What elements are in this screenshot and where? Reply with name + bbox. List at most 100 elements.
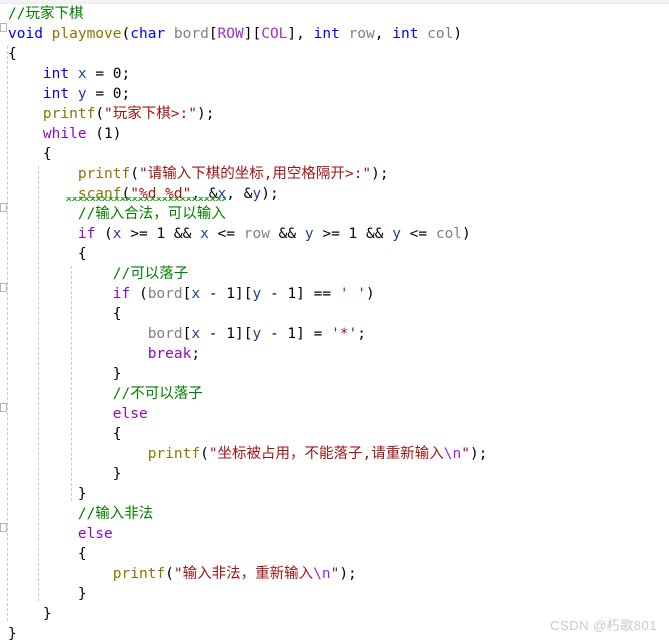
code-line[interactable]: { [0, 304, 669, 324]
code-token-kw: void [8, 26, 43, 42]
code-token-pun: } [77, 486, 87, 502]
code-token-pun: ); [196, 106, 215, 122]
code-line[interactable]: scanf("%d %d", &x, &y); [0, 184, 669, 204]
code-editor-view[interactable]: //玩家下棋 void playmove(char bord[ROW][COL],… [0, 0, 669, 644]
code-token-var: y [252, 186, 262, 202]
code-line[interactable]: bord[x - 1][y - 1] = '*'; [0, 324, 669, 344]
code-token-pun [418, 26, 427, 42]
code-token-num: 1 [226, 326, 236, 342]
code-token-pun: } [112, 366, 122, 382]
code-line[interactable]: int y = 0; [0, 84, 669, 104]
code-line[interactable]: { [0, 544, 669, 564]
code-token-pun: - [200, 326, 227, 342]
code-line[interactable]: { [0, 244, 669, 264]
code-line[interactable]: if (x >= 1 && x <= row && y >= 1 && y <=… [0, 224, 669, 244]
code-token-pun: { [77, 546, 87, 562]
csdn-watermark: CSDN @朽歌801 [550, 618, 657, 633]
code-line[interactable]: //输入合法，可以输入 [0, 204, 669, 224]
code-token-ctl: else [112, 406, 148, 422]
code-line[interactable]: printf("玩家下棋>:"); [0, 104, 669, 124]
code-line[interactable]: printf("请输入下棋的坐标,用空格隔开>:"); [0, 164, 669, 184]
code-token-pun [69, 86, 78, 102]
code-token-pun: && [269, 226, 305, 242]
code-token-pun: ] == [296, 286, 340, 302]
code-token-pun: { [42, 146, 52, 162]
code-line[interactable]: int x = 0; [0, 64, 669, 84]
code-token-kw: int [42, 86, 70, 102]
code-token-pun: ); [371, 166, 389, 182]
code-token-str: "输入非法，重新输入 [173, 566, 314, 582]
code-token-pun: - [200, 286, 227, 302]
code-line[interactable]: while (1) [0, 124, 669, 144]
code-token-ctl: if [112, 286, 131, 302]
code-token-ctl: else [77, 526, 113, 542]
code-line[interactable]: } [0, 484, 669, 504]
code-line[interactable]: else [0, 524, 669, 544]
code-line[interactable]: break; [0, 344, 669, 364]
code-line[interactable]: if (bord[x - 1][y - 1] == ' ') [0, 284, 669, 304]
code-line[interactable]: printf("输入非法，重新输入\n"); [0, 564, 669, 584]
code-token-pun: ( [130, 166, 139, 182]
code-line[interactable]: //可以落子 [0, 264, 669, 284]
code-token-cmt: //可以落子 [112, 266, 189, 282]
code-token-var: y [77, 86, 87, 102]
code-token-var: x [200, 226, 209, 242]
code-line[interactable]: //不可以落子 [0, 384, 669, 404]
code-line[interactable]: } [0, 464, 669, 484]
code-token-str: "坐标被占用，不能落子,请重新输入 [208, 446, 444, 462]
code-token-par: row [348, 26, 375, 42]
code-token-pun: ); [339, 566, 357, 582]
code-token-pun: [ [208, 26, 218, 42]
code-token-pun: ; [121, 66, 131, 82]
code-line[interactable]: { [0, 424, 669, 444]
code-token-pun: ); [261, 186, 279, 202]
code-line[interactable]: //玩家下棋 [0, 4, 669, 24]
code-line[interactable]: { [0, 144, 669, 164]
code-token-kw: int [392, 26, 419, 42]
code-token-pun: { [77, 246, 87, 262]
code-token-par: col [427, 26, 454, 42]
code-token-str: '*' [331, 326, 358, 342]
code-token-var: x [77, 66, 87, 82]
code-token-num: 1 [156, 226, 166, 242]
code-token-pun: ( [130, 286, 148, 302]
code-line[interactable]: } [0, 584, 669, 604]
code-token-kw: char [130, 26, 166, 42]
code-line[interactable]: } [0, 364, 669, 384]
code-line[interactable]: else [0, 404, 669, 424]
code-content[interactable]: //玩家下棋 void playmove(char bord[ROW][COL],… [0, 4, 669, 644]
code-token-pun: ( [165, 566, 174, 582]
code-line[interactable]: void playmove(char bord[ROW][COL], int r… [0, 24, 669, 44]
code-token-pun: ][ [235, 326, 253, 342]
code-token-fn: printf [112, 566, 166, 582]
code-token-pun: ( [200, 446, 209, 462]
code-token-var: y [304, 226, 314, 242]
code-token-kw: int [313, 26, 340, 42]
code-token-fn: playmove [51, 26, 122, 42]
code-token-fn: printf [147, 446, 201, 462]
code-token-pun: { [112, 426, 122, 442]
code-token-ctl: if [77, 226, 96, 242]
code-line[interactable]: //输入非法 [0, 504, 669, 524]
code-token-ctl: break [147, 346, 192, 362]
code-line[interactable]: printf("坐标被占用，不能落子,请重新输入\n"); [0, 444, 669, 464]
code-token-pun: ) [453, 26, 463, 42]
code-token-var: x [191, 326, 201, 342]
code-token-pun: && [165, 226, 201, 242]
code-line[interactable]: { [0, 44, 669, 64]
code-token-var: x [112, 226, 122, 242]
code-token-num: 1 [226, 286, 236, 302]
code-token-cmt: //输入合法，可以输入 [77, 206, 226, 222]
code-token-num: 1 [104, 126, 113, 142]
